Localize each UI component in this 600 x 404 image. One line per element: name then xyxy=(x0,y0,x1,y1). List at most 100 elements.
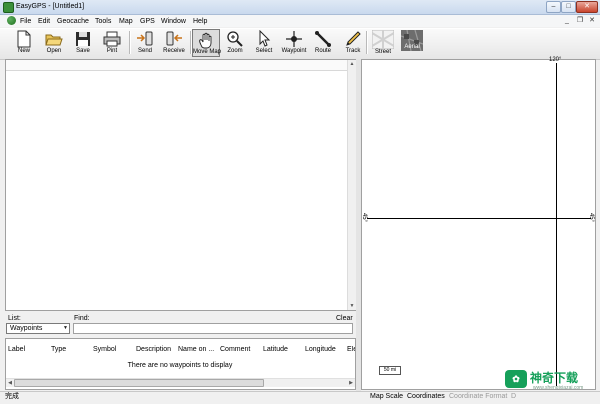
longitude-label: 120° xyxy=(549,57,562,63)
zoom-button[interactable]: Zoom xyxy=(222,29,248,57)
column-header-label[interactable]: Label xyxy=(8,346,25,354)
menu-bar xyxy=(0,15,600,27)
track-label: Track xyxy=(345,48,361,54)
scroll-down-icon[interactable]: ▼ xyxy=(348,302,356,310)
select-label: Select xyxy=(255,48,273,54)
status-map-scale: Map Scale xyxy=(370,393,404,400)
cursor-arrow-icon xyxy=(259,30,271,47)
printer-icon xyxy=(103,31,121,47)
menu-file[interactable]: File xyxy=(20,17,31,26)
column-header-elevation[interactable]: Ele xyxy=(347,346,355,354)
vertical-scrollbar[interactable]: ▲ ▼ xyxy=(347,60,356,310)
print-label: Pint xyxy=(106,48,118,54)
scroll-left-icon[interactable]: ◀ xyxy=(6,379,14,387)
street-map-button[interactable]: Street xyxy=(369,29,397,57)
document-icon[interactable] xyxy=(7,16,16,25)
menu-geocache[interactable]: Geocache xyxy=(57,17,89,26)
hand-icon xyxy=(199,32,212,49)
send-to-gps-icon xyxy=(137,31,153,46)
column-header-type[interactable]: Type xyxy=(51,346,66,354)
track-button[interactable]: Track xyxy=(340,29,366,57)
new-label: New xyxy=(17,48,30,54)
empty-list-message: There are no waypoints to display xyxy=(127,362,233,369)
map-view[interactable] xyxy=(361,59,596,390)
pane-header xyxy=(6,60,347,71)
mdi-close-button[interactable]: ✕ xyxy=(587,16,597,25)
receive-label: Receive xyxy=(163,48,185,54)
save-button[interactable]: Save xyxy=(69,29,97,57)
toolbar-separator xyxy=(366,31,368,54)
document-pane[interactable] xyxy=(5,59,356,311)
column-header-description[interactable]: Description xyxy=(136,346,171,354)
status-coordinates: Coordinates xyxy=(407,393,445,400)
waypoint-button[interactable]: Waypoint xyxy=(280,29,308,57)
find-input[interactable] xyxy=(73,323,353,334)
select-button[interactable]: Select xyxy=(251,29,277,57)
move-map-button[interactable]: Move Map xyxy=(192,29,222,57)
clear-button[interactable]: Clear xyxy=(336,315,353,323)
open-button[interactable]: Open xyxy=(40,29,68,57)
street-label: Street xyxy=(374,49,391,55)
menu-map[interactable]: Map xyxy=(119,17,133,26)
find-label: Find: xyxy=(74,315,90,322)
new-document-icon xyxy=(17,30,31,48)
column-header-comment[interactable]: Comment xyxy=(220,346,250,354)
send-button[interactable]: Send xyxy=(132,29,158,57)
menu-help[interactable]: Help xyxy=(193,17,207,26)
route-line-icon xyxy=(315,31,331,47)
title-bar xyxy=(0,0,600,15)
zoom-label: Zoom xyxy=(227,48,243,54)
print-button[interactable]: Pint xyxy=(98,29,126,57)
magnifier-icon xyxy=(227,31,243,47)
mdi-restore-button[interactable]: ❐ xyxy=(575,16,585,25)
street-map-icon xyxy=(372,30,394,49)
latitude-label-left: 45° xyxy=(361,212,368,223)
status-datum: D xyxy=(511,393,517,400)
app-icon xyxy=(3,2,14,13)
menu-gps[interactable]: GPS xyxy=(140,17,155,26)
waypoint-crosshair-icon xyxy=(286,31,302,47)
route-button[interactable]: Route xyxy=(310,29,336,57)
watermark-logo-icon: ✿ xyxy=(505,370,527,388)
move-map-label: Move Map xyxy=(193,49,222,55)
close-button[interactable]: ✕ xyxy=(576,1,598,13)
column-header-name-on-gps[interactable]: Name on ... xyxy=(178,346,214,354)
pencil-icon xyxy=(346,31,361,46)
column-header-symbol[interactable]: Symbol xyxy=(93,346,116,354)
route-label: Route xyxy=(314,48,331,54)
new-button[interactable]: New xyxy=(10,29,38,57)
column-header-latitude[interactable]: Latitude xyxy=(263,346,288,354)
save-label: Save xyxy=(76,48,90,54)
menu-window[interactable]: Window xyxy=(161,17,186,26)
send-label: Send xyxy=(137,48,152,54)
status-text: 完成 xyxy=(5,393,19,400)
status-bar xyxy=(0,391,600,404)
list-type-select[interactable]: Waypoints xyxy=(6,323,70,334)
map-scale-label: 50 mi xyxy=(383,367,397,373)
open-folder-icon xyxy=(45,34,63,46)
minimize-button[interactable]: – xyxy=(546,1,561,13)
horizontal-scroll-thumb[interactable] xyxy=(14,379,264,387)
latitude-grid-line xyxy=(367,218,591,219)
menu-edit[interactable]: Edit xyxy=(38,17,50,26)
menu-tools[interactable]: Tools xyxy=(95,17,111,26)
aerial-label: Aerial xyxy=(404,44,420,50)
open-label: Open xyxy=(46,48,62,54)
save-floppy-icon xyxy=(76,32,90,46)
status-coordinate-format: Coordinate Format xyxy=(449,393,508,400)
watermark-url: www.shenqixiazai.com xyxy=(533,385,584,391)
receive-button[interactable]: Receive xyxy=(160,29,188,57)
column-header-longitude[interactable]: Longitude xyxy=(305,346,336,354)
receive-from-gps-icon xyxy=(166,31,182,46)
watermark-text: 神奇下载 xyxy=(530,371,579,385)
aerial-map-button[interactable]: Aerial xyxy=(399,29,425,57)
latitude-label-right: 45° xyxy=(588,212,595,223)
chevron-down-icon[interactable]: ▼ xyxy=(62,324,69,333)
scroll-up-icon[interactable]: ▲ xyxy=(348,60,356,68)
scroll-right-icon[interactable]: ▶ xyxy=(347,379,355,387)
mdi-minimize-button[interactable]: _ xyxy=(562,16,572,25)
window-title: EasyGPS - [Untitled1] xyxy=(16,3,85,10)
waypoint-label: Waypoint xyxy=(281,48,307,54)
maximize-button[interactable]: □ xyxy=(561,1,576,13)
longitude-grid-line xyxy=(556,63,557,386)
